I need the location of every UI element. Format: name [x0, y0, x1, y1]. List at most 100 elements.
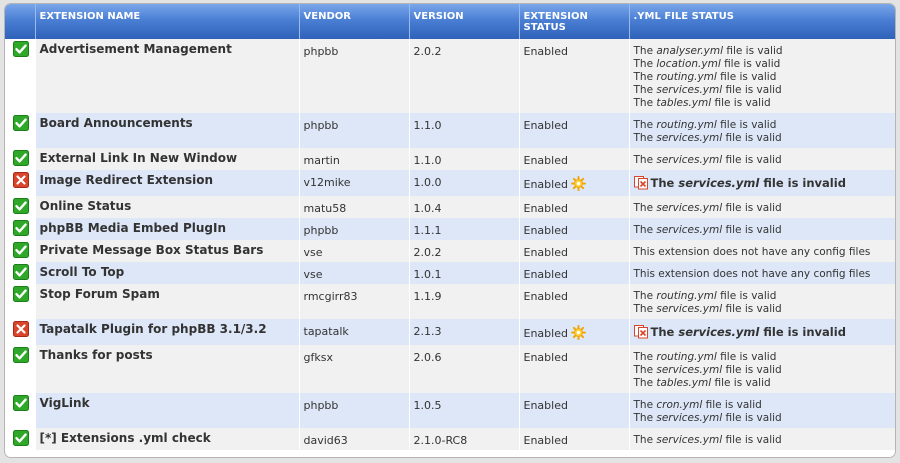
yml-line-suffix: file is valid — [716, 71, 777, 83]
yml-line-prefix: The — [650, 325, 679, 339]
yml-file-status-cell: The services.yml file is valid — [628, 428, 895, 450]
table-row: [*] Extensions .yml check david63 2.1.0-RC… — [5, 428, 895, 450]
extension-vendor: vse — [298, 240, 409, 262]
extension-status: Enabled — [523, 434, 568, 447]
extension-status-cell: Enabled — [518, 345, 629, 393]
header-version: VERSION — [408, 4, 519, 39]
yml-filename: tables.yml — [656, 97, 712, 109]
yml-filename: tables.yml — [656, 377, 712, 389]
yml-filename: routing.yml — [656, 290, 717, 302]
extension-name: Board Announcements — [34, 113, 299, 148]
yml-status-line: The services.yml file is valid — [634, 412, 892, 425]
extension-name: Thanks for posts — [34, 345, 299, 393]
extension-version: 1.0.1 — [408, 262, 519, 284]
extensions-yml-panel: EXTENSION NAME VENDOR VERSION EXTENSION … — [4, 3, 896, 458]
yml-line-suffix: file is valid — [722, 202, 782, 214]
yml-line-suffix: file is valid — [716, 119, 777, 131]
yml-line-prefix: The — [633, 224, 657, 236]
extension-version: 2.1.0-RC8 — [408, 428, 519, 450]
yml-line-suffix: file is valid — [722, 434, 782, 446]
extensions-table: EXTENSION NAME VENDOR VERSION EXTENSION … — [5, 4, 895, 450]
table-row: phpBB Media Embed PlugIn phpbb 1.1.1 Enable… — [5, 218, 895, 240]
extension-name: Scroll To Top — [34, 262, 299, 284]
yml-status-line: The services.yml file is valid — [634, 224, 892, 237]
yml-status-line: The services.yml file is valid — [634, 202, 892, 215]
yml-filename: services.yml — [656, 132, 723, 144]
yml-line-suffix: file is valid — [702, 399, 762, 411]
yml-line-suffix: file is valid — [722, 412, 782, 424]
yml-filename: routing.yml — [656, 351, 717, 363]
yml-status-line: The services.yml file is valid — [634, 154, 892, 167]
extension-vendor: tapatalk — [298, 319, 409, 345]
extension-name: Tapatalk Plugin for phpBB 3.1/3.2 — [34, 319, 299, 345]
yml-status-line: The cron.yml file is valid — [634, 399, 892, 412]
yml-line-suffix: file is valid — [722, 303, 782, 315]
table-row: Thanks for posts gfksx 2.0.6 Enabled The rou… — [5, 345, 895, 393]
yml-file-status-cell: The services.yml file is invalid — [628, 170, 895, 196]
header-vendor: VENDOR — [298, 4, 409, 39]
yml-status-line: The services.yml file is valid — [634, 132, 892, 145]
yml-line-suffix: file is valid — [720, 58, 781, 70]
yml-filename: services.yml — [656, 84, 723, 96]
yml-filename: location.yml — [656, 58, 721, 70]
yml-line-prefix: The — [633, 71, 657, 83]
row-status-icon-cell — [5, 218, 35, 240]
extension-name: Advertisement Management — [34, 39, 299, 113]
table-row: Online Status matu58 1.0.4 Enabled The servi… — [5, 196, 895, 218]
yml-line-prefix: The — [633, 351, 657, 363]
extension-status: Enabled — [523, 399, 568, 412]
table-row: Tapatalk Plugin for phpBB 3.1/3.2 tapatal… — [5, 319, 895, 345]
yml-line-prefix: This extension does not have any config … — [633, 246, 871, 258]
yml-status-line: The routing.yml file is valid — [634, 351, 892, 364]
extension-version: 1.0.5 — [408, 393, 519, 428]
extension-name: Stop Forum Spam — [34, 284, 299, 319]
extension-status-cell: Enabled — [518, 148, 629, 170]
row-status-icon-cell — [5, 262, 35, 284]
red-cross-icon — [13, 172, 29, 188]
yml-status-line: The services.yml file is valid — [634, 84, 892, 97]
yml-file-status-cell: The services.yml file is valid — [628, 196, 895, 218]
yml-line-prefix: The — [633, 84, 657, 96]
row-status-icon-cell — [5, 393, 35, 428]
table-row: Image Redirect Extension v12mike 1.0.0 Enab… — [5, 170, 895, 196]
extension-version: 1.1.0 — [408, 113, 519, 148]
yml-line-suffix: file is valid — [722, 84, 782, 96]
yml-line-prefix: The — [633, 154, 657, 166]
yml-file-status-cell: The routing.yml file is valid The service… — [628, 345, 895, 393]
row-status-icon-cell — [5, 240, 35, 262]
yml-filename: services.yml — [656, 434, 723, 446]
yml-line-suffix: file is invalid — [759, 325, 846, 339]
yml-line-suffix: file is valid — [722, 154, 782, 166]
yml-line-prefix: The — [650, 176, 679, 190]
green-check-icon — [13, 115, 29, 131]
table-body: Advertisement Management phpbb 2.0.2 Enable… — [5, 39, 895, 450]
extension-name: Online Status — [34, 196, 299, 218]
extension-status: Enabled — [523, 268, 568, 281]
extension-vendor: martin — [298, 148, 409, 170]
yml-status-line: The services.yml file is invalid — [633, 325, 892, 342]
table-row: Board Announcements phpbb 1.1.0 Enabled The … — [5, 113, 895, 148]
row-status-icon-cell — [5, 345, 35, 393]
row-status-icon-cell — [5, 170, 35, 196]
extension-name: External Link In New Window — [34, 148, 299, 170]
header-extension-status: EXTENSION STATUS — [518, 4, 629, 39]
yml-status-line: This extension does not have any config … — [634, 268, 892, 281]
extension-status: Enabled — [523, 178, 568, 191]
invalid-file-icon — [633, 176, 649, 193]
extension-version: 2.1.3 — [408, 319, 519, 345]
yml-status-line: The routing.yml file is valid — [634, 71, 892, 84]
yml-line-prefix: The — [633, 290, 657, 302]
yml-status-line: The analyser.yml file is valid — [634, 45, 892, 58]
yml-filename: analyser.yml — [656, 45, 724, 57]
extension-status-cell: Enabled — [518, 170, 629, 196]
row-status-icon-cell — [5, 196, 35, 218]
yml-status-line: The location.yml file is valid — [634, 58, 892, 71]
green-check-icon — [13, 347, 29, 363]
yml-filename: services.yml — [678, 176, 760, 190]
yml-filename: services.yml — [656, 412, 723, 424]
yml-line-prefix: The — [633, 58, 657, 70]
yml-status-line: The services.yml file is invalid — [633, 176, 892, 193]
yml-file-status-cell: The services.yml file is valid — [628, 148, 895, 170]
extension-status-cell: Enabled — [518, 319, 629, 345]
yml-file-status-cell: The services.yml file is valid — [628, 218, 895, 240]
